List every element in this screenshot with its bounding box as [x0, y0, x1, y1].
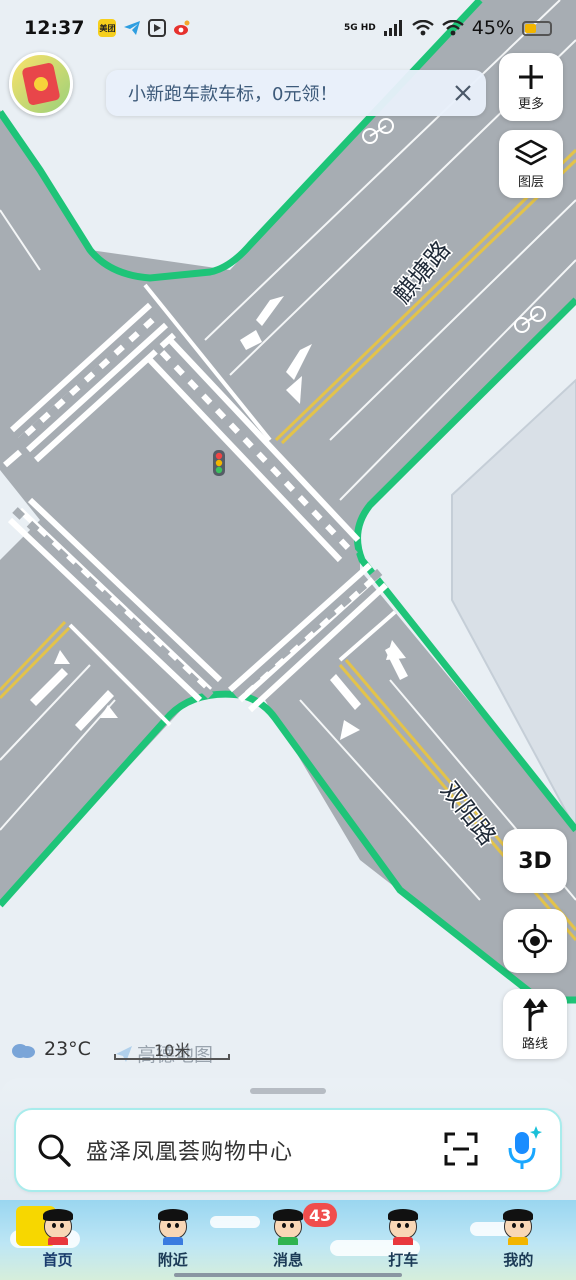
shinchan-icon: [39, 1207, 77, 1245]
tab-taxi[interactable]: 打车: [346, 1200, 461, 1280]
tab-nearby[interactable]: 附近: [115, 1200, 230, 1280]
tab-home[interactable]: 首页: [0, 1200, 115, 1280]
route-button[interactable]: 路线: [503, 989, 567, 1059]
tab-label: 消息: [273, 1251, 304, 1269]
scale-bar: 10米: [114, 1040, 230, 1062]
locate-button[interactable]: [503, 909, 567, 973]
temperature: 23°C: [44, 1038, 91, 1060]
locate-icon: [518, 924, 552, 958]
plus-icon: [519, 64, 543, 89]
close-icon[interactable]: [448, 78, 478, 108]
search-input[interactable]: 盛泽凤凰荟购物中心: [86, 1134, 293, 1166]
search-bar[interactable]: 盛泽凤凰荟购物中心: [14, 1108, 562, 1192]
wifi-icon: [412, 20, 434, 36]
scan-icon[interactable]: [444, 1132, 478, 1170]
promo-banner-text: 小新跑车款车标，0元领！: [128, 84, 338, 105]
layers-label: 图层: [517, 174, 544, 190]
search-icon: [38, 1134, 71, 1167]
weibo-icon: [173, 19, 191, 37]
layers-button[interactable]: 图层: [499, 130, 563, 198]
network-label: 5G HD: [343, 22, 376, 33]
shinchan-icon: 43: [269, 1203, 338, 1245]
signal-icon: [383, 20, 402, 36]
avatar[interactable]: [9, 52, 73, 116]
more-button[interactable]: 更多: [499, 53, 563, 121]
telegram-icon: [123, 19, 141, 37]
3d-button[interactable]: 3D: [503, 829, 567, 893]
tab-label: 附近: [157, 1251, 188, 1269]
tab-label: 打车: [388, 1251, 419, 1269]
panel-grabber[interactable]: [250, 1088, 326, 1094]
tab-profile[interactable]: 我的: [461, 1200, 576, 1280]
status-bar: 12:37 美团 5G HD 45%: [0, 0, 576, 56]
route-icon: [523, 997, 548, 1031]
tab-label: 首页: [42, 1251, 73, 1269]
battery-percent: 45%: [471, 17, 514, 39]
battery-icon: [522, 20, 552, 36]
layers-icon: [514, 139, 548, 165]
weather[interactable]: 23°C: [10, 1038, 91, 1060]
more-label: 更多: [517, 96, 544, 112]
message-count-badge: 43: [303, 1203, 338, 1227]
status-time: 12:37: [24, 17, 85, 39]
video-icon: [148, 19, 167, 37]
home-indicator[interactable]: [174, 1273, 402, 1277]
meituan-icon: 美团: [98, 19, 117, 37]
tab-bar: 首页 附近 43 消息 打车 我的: [0, 1200, 576, 1280]
shinchan-icon: [499, 1207, 537, 1245]
red-envelope-icon: [21, 62, 61, 106]
voice-mic-icon[interactable]: [504, 1126, 542, 1176]
tab-messages[interactable]: 43 消息: [230, 1200, 345, 1280]
promo-banner[interactable]: 小新跑车款车标，0元领！: [106, 70, 486, 116]
scale-line: [114, 1054, 230, 1060]
shinchan-icon: [154, 1207, 192, 1245]
3d-label: 3D: [518, 848, 552, 874]
tab-label: 我的: [503, 1251, 534, 1269]
traffic-light-icon[interactable]: [213, 450, 225, 476]
cloud-icon: [12, 1044, 35, 1058]
shinchan-icon: [384, 1207, 422, 1245]
route-label: 路线: [521, 1036, 548, 1052]
wifi-icon: [442, 20, 464, 36]
